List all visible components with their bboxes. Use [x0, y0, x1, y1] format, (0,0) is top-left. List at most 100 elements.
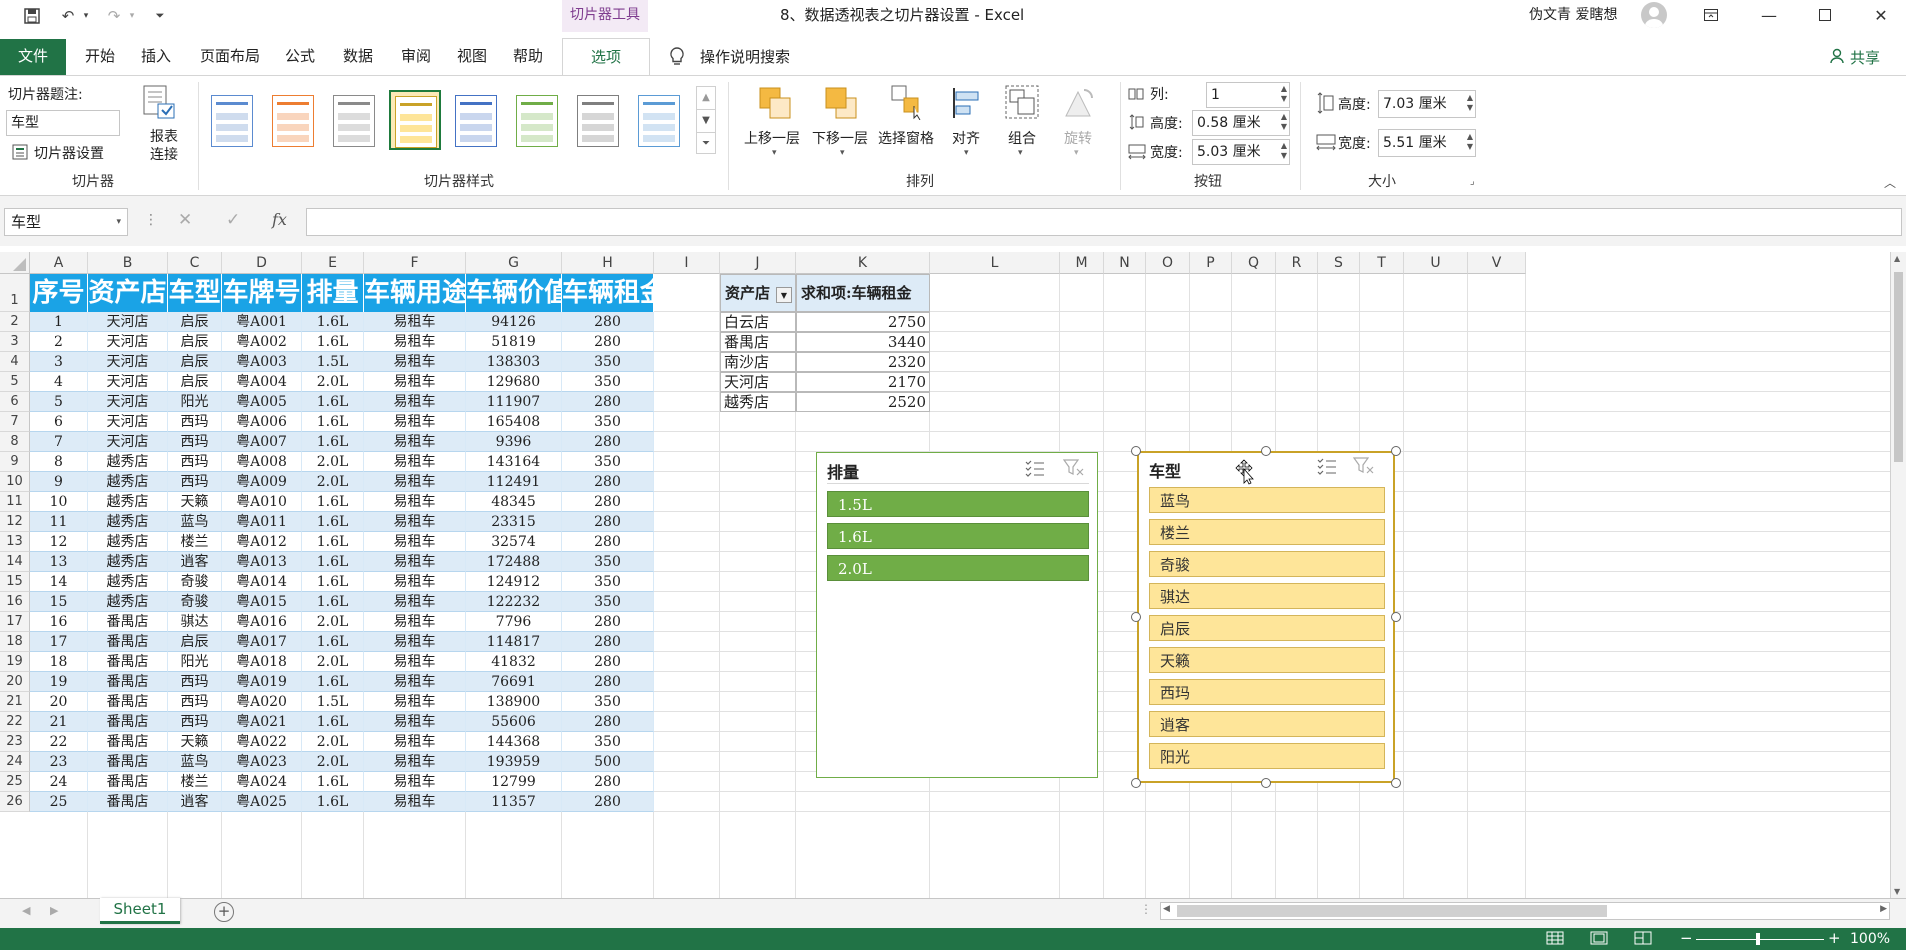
column-header[interactable]: L: [930, 252, 1060, 274]
row-header[interactable]: 24: [0, 752, 30, 772]
table-cell[interactable]: 11357: [466, 792, 562, 812]
table-cell[interactable]: 21: [30, 712, 88, 732]
table-cell[interactable]: 粤A015: [222, 592, 302, 612]
table-cell[interactable]: 易租车: [364, 472, 466, 492]
row-header[interactable]: 17: [0, 612, 30, 632]
scroll-left-icon[interactable]: ◀: [1163, 904, 1170, 914]
table-cell[interactable]: 越秀店: [88, 572, 168, 592]
customize-toolbar-icon[interactable]: ⏷: [148, 4, 172, 28]
table-cell[interactable]: 280: [562, 492, 654, 512]
lightbulb-icon[interactable]: [668, 46, 686, 68]
columns-spinner-icon[interactable]: ▲ ▼: [1281, 84, 1287, 104]
table-cell[interactable]: 144368: [466, 732, 562, 752]
column-header[interactable]: S: [1318, 252, 1360, 274]
table-cell[interactable]: 3: [30, 352, 88, 372]
table-cell[interactable]: 西玛: [168, 472, 222, 492]
table-cell[interactable]: 350: [562, 592, 654, 612]
table-cell[interactable]: 10: [30, 492, 88, 512]
table-cell[interactable]: 粤A007: [222, 432, 302, 452]
button-height-spinner-icon[interactable]: ▲ ▼: [1281, 112, 1287, 132]
pivot-row-label-header[interactable]: 资产店 ▼: [720, 274, 796, 312]
resize-handle[interactable]: [1261, 446, 1271, 456]
table-cell[interactable]: 143164: [466, 452, 562, 472]
table-header-cell[interactable]: 车辆租金: [562, 274, 654, 312]
size-dialog-launcher-icon[interactable]: ⌟: [1470, 176, 1475, 187]
pivot-value-cell[interactable]: 2750: [796, 312, 930, 332]
table-cell[interactable]: 奇骏: [168, 592, 222, 612]
table-cell[interactable]: 2.0L: [302, 612, 364, 632]
row-header[interactable]: 6: [0, 392, 30, 412]
tab-data[interactable]: 数据: [338, 39, 378, 73]
displacement-slicer[interactable]: 排量 1.5L 1.6L 2.0L: [816, 452, 1098, 778]
table-cell[interactable]: 23315: [466, 512, 562, 532]
table-cell[interactable]: 500: [562, 752, 654, 772]
table-cell[interactable]: 粤A020: [222, 692, 302, 712]
button-height-input[interactable]: 0.58 厘米 ▲ ▼: [1192, 110, 1290, 136]
align-dropdown-icon[interactable]: ▾: [964, 148, 969, 158]
table-cell[interactable]: 奇骏: [168, 572, 222, 592]
table-cell[interactable]: 138303: [466, 352, 562, 372]
table-cell[interactable]: 280: [562, 632, 654, 652]
table-cell[interactable]: 122232: [466, 592, 562, 612]
table-cell[interactable]: 1.6L: [302, 412, 364, 432]
table-cell[interactable]: 易租车: [364, 572, 466, 592]
table-cell[interactable]: 越秀店: [88, 452, 168, 472]
group-dropdown-icon[interactable]: ▾: [1018, 148, 1023, 158]
table-cell[interactable]: 280: [562, 312, 654, 332]
table-cell[interactable]: 193959: [466, 752, 562, 772]
slicer-item[interactable]: 逍客: [1149, 711, 1385, 737]
table-cell[interactable]: 番禺店: [88, 632, 168, 652]
table-cell[interactable]: 天河店: [88, 412, 168, 432]
table-cell[interactable]: 天河店: [88, 312, 168, 332]
table-cell[interactable]: 1.6L: [302, 672, 364, 692]
table-cell[interactable]: 番禺店: [88, 792, 168, 812]
table-cell[interactable]: 易租车: [364, 512, 466, 532]
table-cell[interactable]: 129680: [466, 372, 562, 392]
table-cell[interactable]: 1.6L: [302, 532, 364, 552]
maximize-icon[interactable]: [1802, 0, 1848, 30]
table-cell[interactable]: 番禺店: [88, 672, 168, 692]
table-cell[interactable]: 9396: [466, 432, 562, 452]
tell-me-search[interactable]: 操作说明搜索: [700, 46, 790, 67]
row-header[interactable]: 11: [0, 492, 30, 512]
table-cell[interactable]: 350: [562, 572, 654, 592]
table-cell[interactable]: 越秀店: [88, 512, 168, 532]
table-cell[interactable]: 粤A004: [222, 372, 302, 392]
table-header-cell[interactable]: 车牌号: [222, 274, 302, 312]
row-header[interactable]: 22: [0, 712, 30, 732]
table-cell[interactable]: 易租车: [364, 492, 466, 512]
table-cell[interactable]: 18: [30, 652, 88, 672]
table-cell[interactable]: 48345: [466, 492, 562, 512]
table-cell[interactable]: 2.0L: [302, 472, 364, 492]
table-cell[interactable]: 6: [30, 412, 88, 432]
zoom-in-icon[interactable]: +: [1828, 929, 1841, 947]
slicer-style-thumbnail[interactable]: [633, 90, 685, 150]
table-cell[interactable]: 280: [562, 472, 654, 492]
table-cell[interactable]: 易租车: [364, 552, 466, 572]
pivot-value-cell[interactable]: 3440: [796, 332, 930, 352]
table-cell[interactable]: 1.6L: [302, 772, 364, 792]
row-header[interactable]: 8: [0, 432, 30, 452]
tab-insert[interactable]: 插入: [136, 39, 176, 73]
zoom-level[interactable]: 100%: [1850, 931, 1890, 947]
table-cell[interactable]: 阳光: [168, 392, 222, 412]
table-cell[interactable]: 12: [30, 532, 88, 552]
bring-forward-button[interactable]: 上移一层: [744, 128, 800, 148]
slicer-style-thumbnail[interactable]: [389, 90, 441, 150]
table-cell[interactable]: 1.6L: [302, 552, 364, 572]
user-name[interactable]: 伪文青 爱瞎想: [1529, 4, 1617, 24]
pivot-row-label[interactable]: 番禺店: [720, 332, 796, 352]
slicer-item[interactable]: 阳光: [1149, 743, 1385, 769]
row-header[interactable]: 25: [0, 772, 30, 792]
table-cell[interactable]: 番禺店: [88, 652, 168, 672]
table-cell[interactable]: 41832: [466, 652, 562, 672]
table-cell[interactable]: 易租车: [364, 732, 466, 752]
h-scroll-thumb[interactable]: [1177, 905, 1607, 917]
table-cell[interactable]: 23: [30, 752, 88, 772]
table-cell[interactable]: 粤A025: [222, 792, 302, 812]
report-connections-button[interactable]: 报表 连接: [144, 128, 184, 164]
table-header-cell[interactable]: 资产店: [88, 274, 168, 312]
multi-select-icon[interactable]: [1025, 459, 1045, 481]
table-cell[interactable]: 易租车: [364, 652, 466, 672]
row-header[interactable]: 26: [0, 792, 30, 812]
